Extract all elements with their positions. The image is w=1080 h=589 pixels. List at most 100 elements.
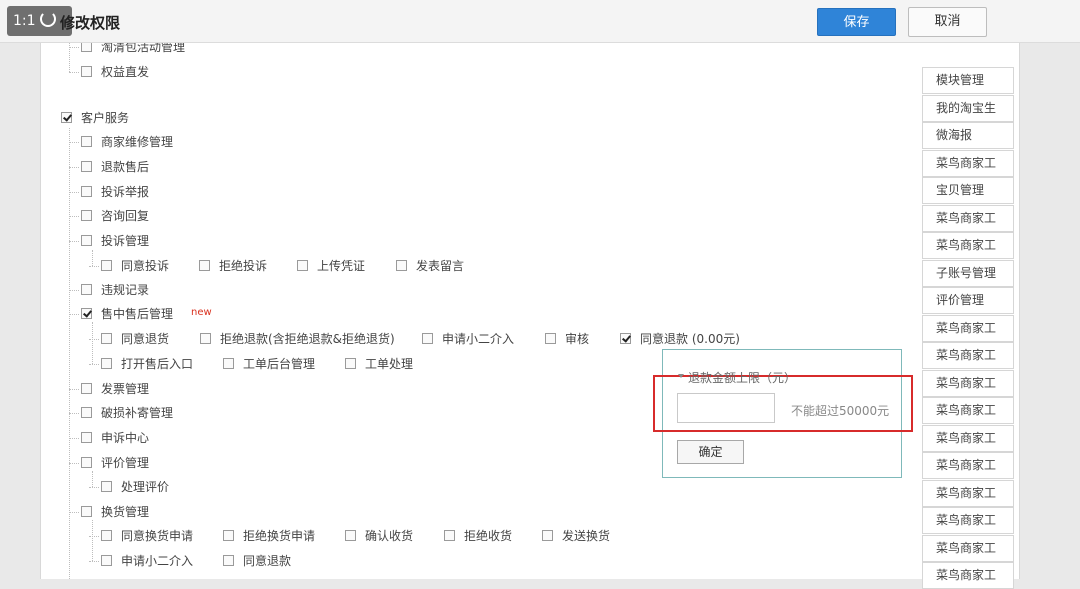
refund-limit-input[interactable]: [677, 393, 775, 423]
checkbox[interactable]: [444, 530, 455, 541]
tree-line: [92, 250, 93, 266]
checkbox[interactable]: [81, 235, 92, 246]
checkbox[interactable]: [345, 358, 356, 369]
permission-label: 处理评价: [121, 480, 170, 494]
tree-line: [89, 561, 99, 562]
dialog-title: 修改权限: [60, 14, 121, 32]
sidebar-item[interactable]: 菜鸟商家工: [922, 149, 1014, 177]
checkbox[interactable]: [199, 260, 210, 271]
checkbox[interactable]: [101, 358, 112, 369]
checkbox[interactable]: [81, 66, 92, 77]
sidebar-item[interactable]: 菜鸟商家工: [922, 479, 1014, 507]
sidebar-item[interactable]: 宝贝管理: [922, 177, 1014, 204]
tree-line: [89, 487, 99, 488]
tree-line: [92, 471, 93, 487]
permission-label: 拒绝投诉: [219, 259, 268, 273]
permission-label: 投诉举报: [101, 185, 150, 199]
save-button[interactable]: 保存: [817, 8, 896, 36]
sidebar-item[interactable]: 子账号管理: [922, 259, 1014, 287]
rotate-icon[interactable]: [40, 11, 56, 27]
checkbox[interactable]: [297, 260, 308, 271]
checkbox[interactable]: [81, 136, 92, 147]
sidebar-item[interactable]: 菜鸟商家工: [922, 397, 1014, 424]
tree-line: [69, 216, 79, 217]
sidebar-item[interactable]: 评价管理: [922, 287, 1014, 314]
permission-label: 商家维修管理: [101, 135, 174, 149]
checkbox[interactable]: [223, 358, 234, 369]
confirm-button[interactable]: 确定: [677, 440, 744, 464]
checkbox[interactable]: [61, 112, 72, 123]
checkbox[interactable]: [101, 555, 112, 566]
permission-label: 同意投诉: [121, 259, 170, 273]
permission-label: 违规记录: [101, 283, 150, 297]
tree-line: [69, 314, 79, 315]
checkbox[interactable]: [81, 308, 92, 319]
checkbox[interactable]: [223, 555, 234, 566]
checkbox[interactable]: [345, 530, 356, 541]
checkbox[interactable]: [81, 210, 92, 221]
sidebar-item[interactable]: 菜鸟商家工: [922, 534, 1014, 562]
checkbox[interactable]: [81, 284, 92, 295]
checkbox[interactable]: [620, 333, 631, 344]
permission-label: 确认收货: [365, 529, 414, 543]
tree-line: [69, 72, 79, 73]
tree-line: [69, 413, 79, 414]
sidebar-item[interactable]: 菜鸟商家工: [922, 562, 1014, 589]
checkbox[interactable]: [422, 333, 433, 344]
checkbox[interactable]: [101, 530, 112, 541]
sidebar-item[interactable]: 我的淘宝生: [922, 94, 1014, 122]
permission-label: 申诉中心: [101, 431, 150, 445]
tree-line: [89, 339, 99, 340]
sidebar-item[interactable]: 菜鸟商家工: [922, 507, 1014, 534]
checkbox[interactable]: [223, 530, 234, 541]
checkbox[interactable]: [81, 506, 92, 517]
sidebar-item[interactable]: 菜鸟商家工: [922, 204, 1014, 232]
tree-line: [69, 512, 79, 513]
permission-label: 工单后台管理: [243, 357, 316, 371]
checkbox[interactable]: [81, 161, 92, 172]
checkbox[interactable]: [81, 407, 92, 418]
permission-label: 同意换货申请: [121, 529, 194, 543]
sidebar-item[interactable]: 模块管理: [922, 67, 1014, 94]
tree-line: [69, 389, 79, 390]
checkbox[interactable]: [545, 333, 556, 344]
checkbox[interactable]: [101, 260, 112, 271]
permission-label: 打开售后入口: [121, 357, 194, 371]
checkbox[interactable]: [81, 432, 92, 443]
checkbox[interactable]: [81, 186, 92, 197]
permission-label: 审核: [565, 332, 590, 346]
permission-label: 上传凭证: [317, 259, 366, 273]
tree-line: [69, 241, 79, 242]
checkbox[interactable]: [101, 481, 112, 492]
permission-label: 拒绝收货: [464, 529, 513, 543]
tree-line: [89, 536, 99, 537]
sidebar-item[interactable]: 菜鸟商家工: [922, 342, 1014, 369]
sidebar-item[interactable]: 菜鸟商家工: [922, 452, 1014, 479]
sidebar-item[interactable]: 微海报: [922, 122, 1014, 149]
permission-label: 发票管理: [101, 382, 150, 396]
tree-line: [69, 142, 79, 143]
sidebar-item[interactable]: 菜鸟商家工: [922, 369, 1014, 397]
tree-line: [69, 167, 79, 168]
sidebar-item[interactable]: 菜鸟商家工: [922, 232, 1014, 259]
permission-label: 申请小二介入: [442, 332, 515, 346]
tree-line: [92, 322, 93, 364]
permission-label: 投诉管理: [101, 234, 150, 248]
checkbox[interactable]: [81, 383, 92, 394]
permission-label: 破损补寄管理: [101, 406, 174, 420]
cancel-button[interactable]: 取消: [908, 7, 987, 37]
tree-line: [69, 290, 79, 291]
checkbox[interactable]: [396, 260, 407, 271]
sidebar-item[interactable]: 菜鸟商家工: [922, 424, 1014, 452]
caret-down-icon: [678, 374, 684, 378]
permission-dialog: [40, 0, 1020, 579]
zoom-label: 1:1: [13, 13, 36, 29]
tree-line: [89, 266, 99, 267]
checkbox[interactable]: [101, 333, 112, 344]
checkbox[interactable]: [81, 457, 92, 468]
new-badge: new: [191, 307, 212, 318]
checkbox[interactable]: [542, 530, 553, 541]
sidebar-item[interactable]: 菜鸟商家工: [922, 314, 1014, 342]
permission-label: 咨询回复: [101, 209, 150, 223]
checkbox[interactable]: [200, 333, 211, 344]
